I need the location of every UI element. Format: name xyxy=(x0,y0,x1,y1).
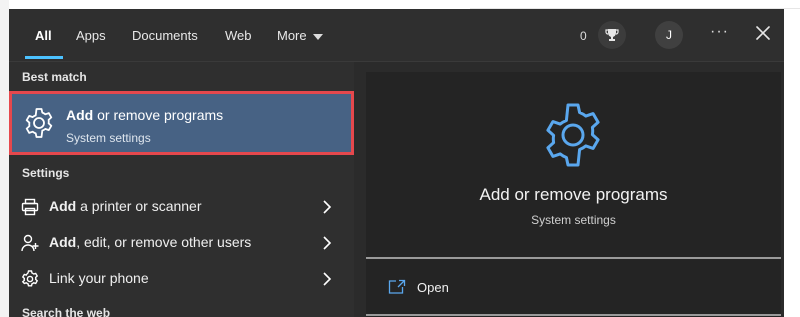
preview-subtitle: System settings xyxy=(531,213,616,227)
tab-apps[interactable]: Apps xyxy=(76,26,106,46)
settings-result-label: Link your phone xyxy=(49,270,149,286)
caret-down-icon xyxy=(312,33,323,40)
chevron-right-icon xyxy=(323,272,332,286)
tab-documents[interactable]: Documents xyxy=(132,26,198,46)
active-tab-indicator xyxy=(25,56,63,59)
close-icon[interactable] xyxy=(752,22,774,44)
tab-more[interactable]: More xyxy=(277,26,323,46)
user-icon xyxy=(21,234,39,252)
settings-result-phone[interactable]: Link your phone xyxy=(9,261,354,297)
search-web-heading: Search the web xyxy=(22,306,111,317)
settings-result-users[interactable]: Add, edit, or remove other users xyxy=(9,225,354,261)
gear-icon xyxy=(21,270,39,287)
trophy-icon[interactable] xyxy=(598,21,626,49)
open-button[interactable]: Open xyxy=(388,277,588,301)
open-label: Open xyxy=(417,280,449,295)
more-options-icon[interactable]: ··· xyxy=(710,23,729,41)
avatar[interactable]: J xyxy=(655,21,683,49)
settings-heading: Settings xyxy=(22,166,70,180)
settings-result-label: Add, edit, or remove other users xyxy=(49,234,252,250)
search-tab-bar: All Apps Documents Web More 0 J ··· xyxy=(9,9,784,62)
preview-title: Add or remove programs xyxy=(479,185,668,204)
settings-result-printer[interactable]: Add a printer or scanner xyxy=(9,189,354,225)
chevron-right-icon xyxy=(323,200,332,214)
tab-web[interactable]: Web xyxy=(225,26,252,46)
gear-icon xyxy=(546,103,600,167)
best-match-title: Add or remove programs xyxy=(66,107,224,123)
open-window-icon xyxy=(388,279,406,294)
rewards-points: 0 xyxy=(580,29,587,43)
results-list: Best match Add or remove programs System… xyxy=(9,62,354,317)
best-match-subtitle: System settings xyxy=(66,131,151,145)
background-window-left xyxy=(0,0,9,317)
printer-icon xyxy=(21,198,39,216)
tab-all[interactable]: All xyxy=(35,26,52,46)
background-window-right xyxy=(784,0,800,317)
preview-divider xyxy=(366,257,781,259)
settings-result-label: Add a printer or scanner xyxy=(49,198,202,214)
preview-divider-bottom xyxy=(366,314,781,316)
best-match-result[interactable]: Add or remove programs System settings xyxy=(9,91,354,155)
chevron-right-icon xyxy=(323,236,332,250)
background-window-top xyxy=(470,0,800,9)
start-search-panel: All Apps Documents Web More 0 J ··· Best… xyxy=(9,9,784,317)
tab-more-label: More xyxy=(277,28,307,43)
preview-pane: Add or remove programs System settings O… xyxy=(366,72,781,317)
gear-icon xyxy=(25,108,53,138)
best-match-heading: Best match xyxy=(22,70,87,84)
